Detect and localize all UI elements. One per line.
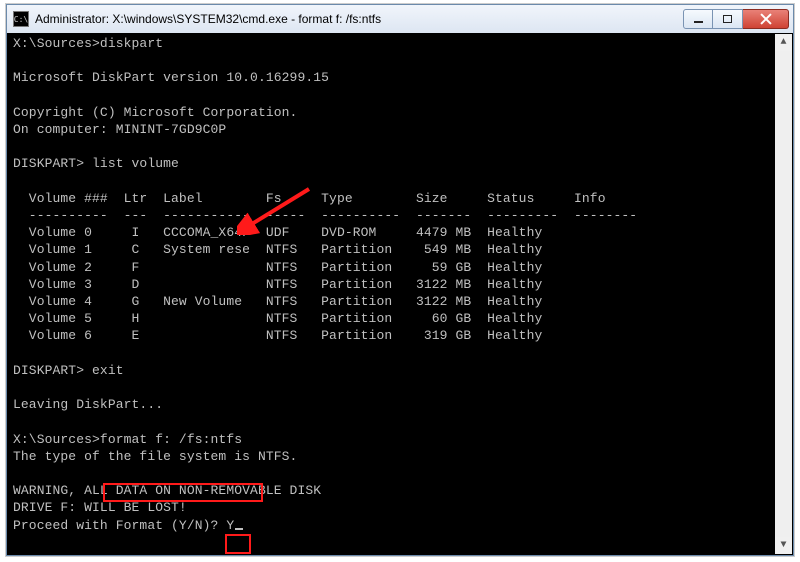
prompt: X:\Sources> bbox=[13, 36, 100, 51]
table-row: Volume 2 F NTFS Partition 59 GB Healthy bbox=[13, 260, 542, 275]
close-button[interactable] bbox=[743, 9, 789, 29]
cursor-icon bbox=[235, 528, 243, 530]
cmd-window: C:\ Administrator: X:\windows\SYSTEM32\c… bbox=[6, 4, 794, 556]
cmd-icon: C:\ bbox=[13, 11, 29, 27]
output-line: The type of the file system is NTFS. bbox=[13, 449, 297, 464]
table-row: Volume 5 H NTFS Partition 60 GB Healthy bbox=[13, 311, 542, 326]
table-divider: ---------- --- ----------- ----- -------… bbox=[13, 208, 637, 223]
terminal-viewport[interactable]: X:\Sources>diskpart Microsoft DiskPart v… bbox=[7, 33, 793, 555]
scroll-up-arrow-icon[interactable]: ▲ bbox=[775, 34, 792, 51]
prompt: DISKPART> bbox=[13, 156, 84, 171]
scroll-track[interactable] bbox=[775, 51, 792, 537]
table-row: Volume 0 I CCCOMA_X64F UDF DVD-ROM 4479 … bbox=[13, 225, 542, 240]
typed-command: diskpart bbox=[100, 36, 163, 51]
minimize-button[interactable] bbox=[683, 9, 713, 29]
window-title: Administrator: X:\windows\SYSTEM32\cmd.e… bbox=[35, 12, 683, 26]
table-row: Volume 4 G New Volume NTFS Partition 312… bbox=[13, 294, 542, 309]
output-line: Proceed with Format (Y/N)? bbox=[13, 518, 226, 533]
prompt: DISKPART> bbox=[13, 363, 84, 378]
typed-command: list volume bbox=[84, 156, 179, 171]
scroll-down-arrow-icon[interactable]: ▼ bbox=[775, 537, 792, 554]
output-line: On computer: MININT-7GD9C0P bbox=[13, 122, 226, 137]
vertical-scrollbar[interactable]: ▲ ▼ bbox=[775, 34, 792, 554]
terminal-output[interactable]: X:\Sources>diskpart Microsoft DiskPart v… bbox=[7, 33, 793, 536]
typed-command: format f: /fs:ntfs bbox=[100, 432, 242, 447]
output-line: Microsoft DiskPart version 10.0.16299.15 bbox=[13, 70, 329, 85]
output-line: DRIVE F: WILL BE LOST! bbox=[13, 500, 187, 515]
user-input[interactable]: Y bbox=[226, 518, 234, 533]
prompt: X:\Sources> bbox=[13, 432, 100, 447]
typed-command: exit bbox=[84, 363, 124, 378]
table-row: Volume 1 C System rese NTFS Partition 54… bbox=[13, 242, 542, 257]
output-line: WARNING, ALL DATA ON NON-REMOVABLE DISK bbox=[13, 483, 321, 498]
output-line: Copyright (C) Microsoft Corporation. bbox=[13, 105, 297, 120]
table-row: Volume 6 E NTFS Partition 319 GB Healthy bbox=[13, 328, 542, 343]
titlebar[interactable]: C:\ Administrator: X:\windows\SYSTEM32\c… bbox=[7, 5, 793, 34]
window-buttons bbox=[683, 9, 789, 29]
output-line: Leaving DiskPart... bbox=[13, 397, 163, 412]
table-row: Volume 3 D NTFS Partition 3122 MB Health… bbox=[13, 277, 542, 292]
maximize-button[interactable] bbox=[713, 9, 743, 29]
table-header: Volume ### Ltr Label Fs Type Size Status… bbox=[13, 191, 606, 206]
